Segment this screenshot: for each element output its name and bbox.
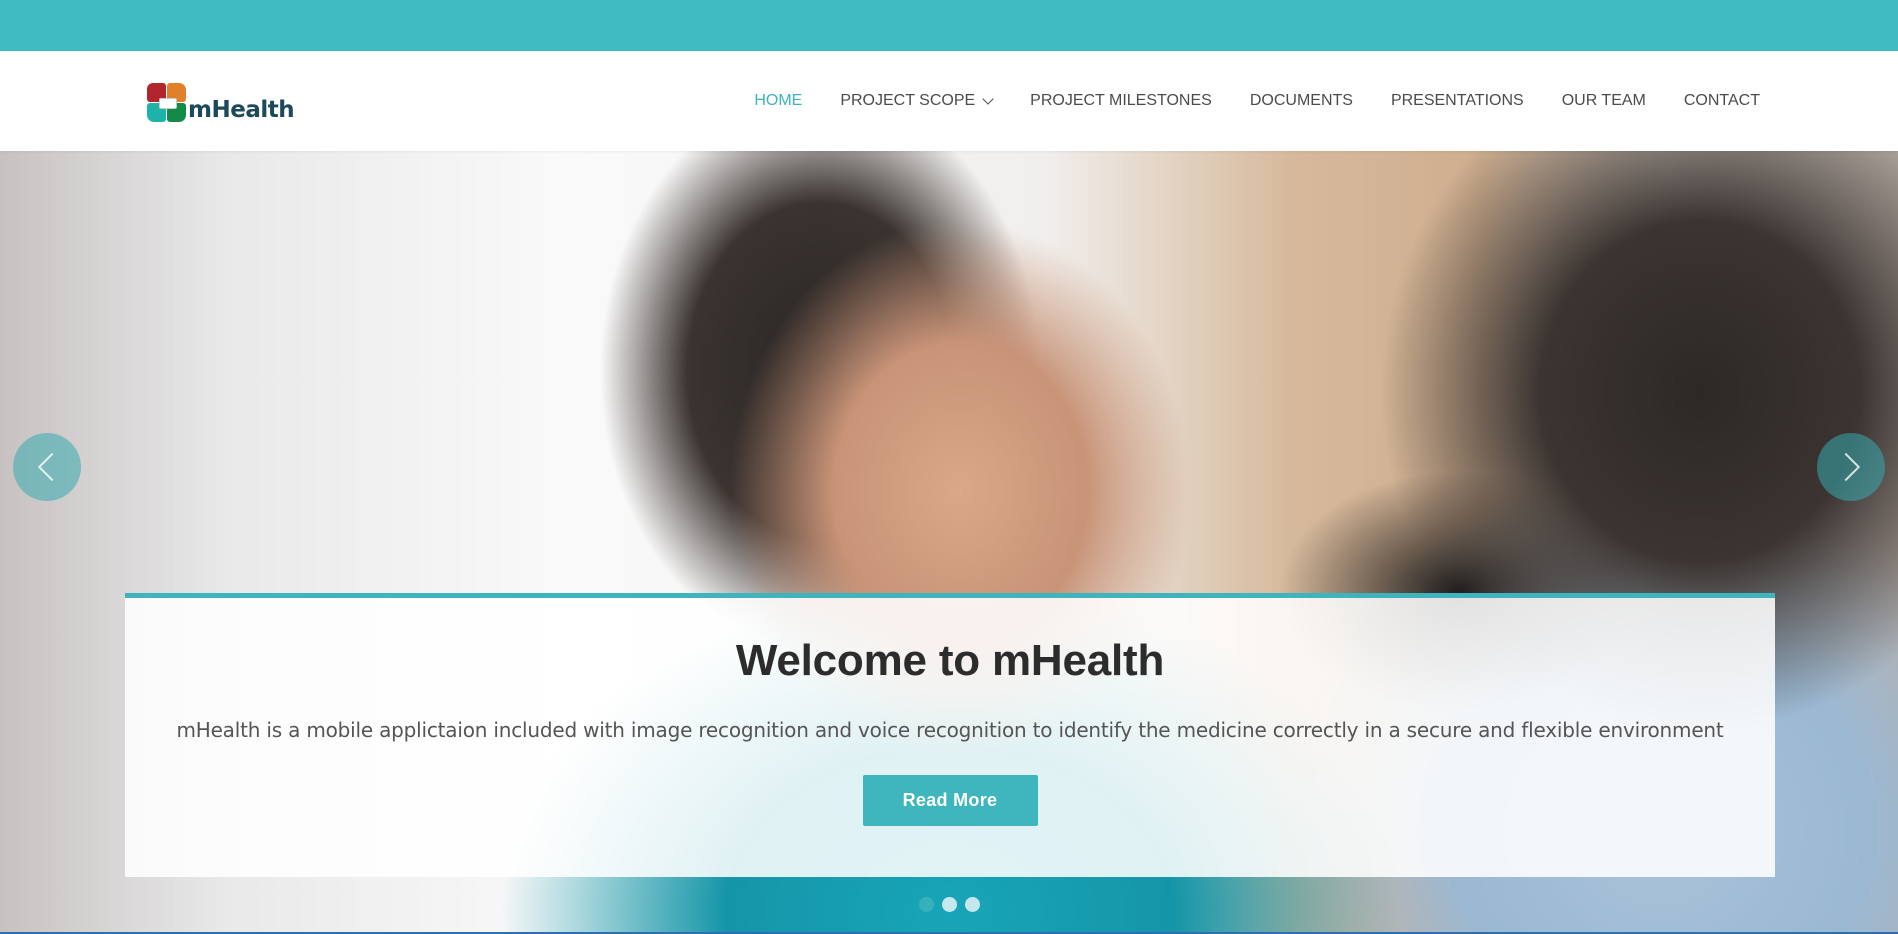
- slider-prev-button[interactable]: [13, 433, 81, 501]
- slider-dot-1[interactable]: [919, 897, 934, 912]
- nav-item-home[interactable]: HOME: [754, 92, 802, 110]
- chevron-left-icon: [37, 452, 67, 482]
- nav-item-contact[interactable]: CONTACT: [1684, 92, 1760, 110]
- nav-item-documents[interactable]: DOCUMENTS: [1250, 92, 1353, 110]
- chevron-down-icon: [982, 92, 994, 105]
- nav-item-label: CONTACT: [1683, 92, 1760, 109]
- nav-item-label: OUR TEAM: [1561, 92, 1646, 109]
- nav-item-label: PROJECT MILESTONES: [1030, 92, 1212, 109]
- top-bar: [0, 0, 1898, 51]
- slider-next-button[interactable]: [1817, 433, 1885, 501]
- hero-title: Welcome to mHealth: [735, 636, 1165, 685]
- logo-text: mHealth: [188, 97, 295, 123]
- nav-item-label: PRESENTATIONS: [1390, 92, 1524, 109]
- nav-item-project-scope[interactable]: PROJECT SCOPE: [840, 92, 994, 110]
- main-nav: HOME PROJECT SCOPE PROJECT MILESTONES DO…: [716, 51, 1760, 151]
- slider-dot-2[interactable]: [942, 897, 957, 912]
- slider-dots: [919, 897, 988, 912]
- nav-item-label: HOME: [754, 92, 803, 109]
- nav-item-label: DOCUMENTS: [1249, 92, 1353, 109]
- logo-mark-icon: [147, 83, 187, 123]
- nav-item-project-milestones[interactable]: PROJECT MILESTONES: [1030, 92, 1212, 110]
- hero-caption-box: Welcome to mHealth mHealth is a mobile a…: [125, 593, 1775, 877]
- nav-item-presentations[interactable]: PRESENTATIONS: [1391, 92, 1524, 110]
- site-header: mHealth HOME PROJECT SCOPE PROJECT MILES…: [0, 51, 1898, 151]
- nav-item-our-team[interactable]: OUR TEAM: [1562, 92, 1646, 110]
- nav-item-label: PROJECT SCOPE: [840, 92, 976, 109]
- hero-slider: Welcome to mHealth mHealth is a mobile a…: [0, 151, 1898, 934]
- chevron-right-icon: [1831, 452, 1861, 482]
- read-more-button[interactable]: Read More: [862, 775, 1038, 826]
- hero-description: mHealth is a mobile applictaion included…: [176, 718, 1724, 742]
- site-logo[interactable]: mHealth: [147, 79, 295, 123]
- slider-dot-3[interactable]: [965, 897, 980, 912]
